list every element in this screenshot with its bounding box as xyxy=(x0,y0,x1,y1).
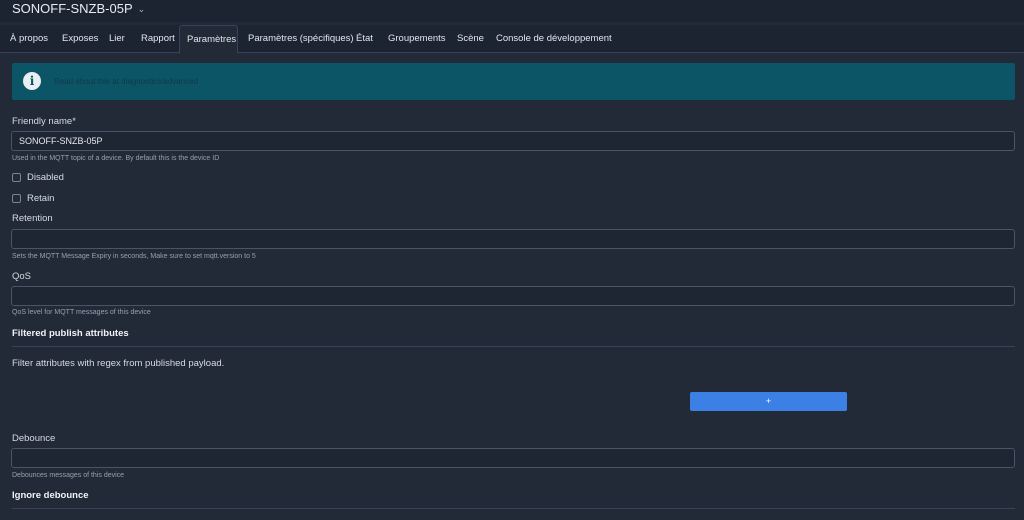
retain-checkbox[interactable]: Retain xyxy=(12,193,54,204)
divider xyxy=(12,508,1015,509)
divider xyxy=(12,346,1015,347)
qos-input[interactable] xyxy=(11,286,1015,306)
tab-groups[interactable]: Groupements xyxy=(381,25,453,53)
tab-settings[interactable]: Paramètres xyxy=(179,25,238,54)
friendly-name-label: Friendly name* xyxy=(12,116,76,127)
filtered-publish-description: Filter attributes with regex from publis… xyxy=(12,358,225,369)
info-alert: i Read about this at diagnostics/advance… xyxy=(12,63,1015,100)
friendly-name-input[interactable]: SONOFF-SNZB-05P xyxy=(11,131,1015,151)
device-selector[interactable]: SONOFF-SNZB-05P ⌄ xyxy=(12,1,145,16)
qos-label: QoS xyxy=(12,271,32,282)
tab-dev-console[interactable]: Console de développement xyxy=(489,25,619,53)
retention-input[interactable] xyxy=(11,229,1015,249)
checkbox-box[interactable] xyxy=(12,173,21,182)
disabled-checkbox[interactable]: Disabled xyxy=(12,172,64,183)
ignore-debounce-title: Ignore debounce xyxy=(12,490,89,501)
tab-specific-settings[interactable]: Paramètres (spécifiques) xyxy=(241,25,361,53)
alert-text[interactable]: Read about this at diagnostics/advanced xyxy=(54,77,198,86)
tab-scene[interactable]: Scène xyxy=(450,25,491,53)
friendly-name-help: Used in the MQTT topic of a device. By d… xyxy=(12,155,220,162)
tab-bar: À propos Exposes Lier Rapport Paramètres… xyxy=(0,25,1024,54)
add-filter-button[interactable]: + xyxy=(690,392,847,411)
tab-state[interactable]: État xyxy=(349,25,380,53)
info-icon: i xyxy=(23,72,41,90)
retain-label: Retain xyxy=(27,193,55,204)
top-bar: SONOFF-SNZB-05P ⌄ xyxy=(0,0,1024,22)
tab-reporting[interactable]: Rapport xyxy=(134,25,182,53)
device-name: SONOFF-SNZB-05P xyxy=(12,1,133,16)
chevron-down-icon: ⌄ xyxy=(137,4,146,14)
tab-about[interactable]: À propos xyxy=(3,25,55,53)
debounce-help: Debounces messages of this device xyxy=(12,472,125,479)
disabled-label: Disabled xyxy=(27,172,64,183)
debounce-input[interactable] xyxy=(11,448,1015,468)
tab-bind[interactable]: Lier xyxy=(102,25,132,53)
retention-help: Sets the MQTT Message Expiry in seconds,… xyxy=(12,253,256,260)
retention-label: Retention xyxy=(12,213,53,224)
debounce-label: Debounce xyxy=(12,433,56,444)
tab-exposes[interactable]: Exposes xyxy=(55,25,105,53)
filtered-publish-title: Filtered publish attributes xyxy=(12,328,129,339)
qos-help: QoS level for MQTT messages of this devi… xyxy=(12,309,151,316)
checkbox-box[interactable] xyxy=(12,194,21,203)
